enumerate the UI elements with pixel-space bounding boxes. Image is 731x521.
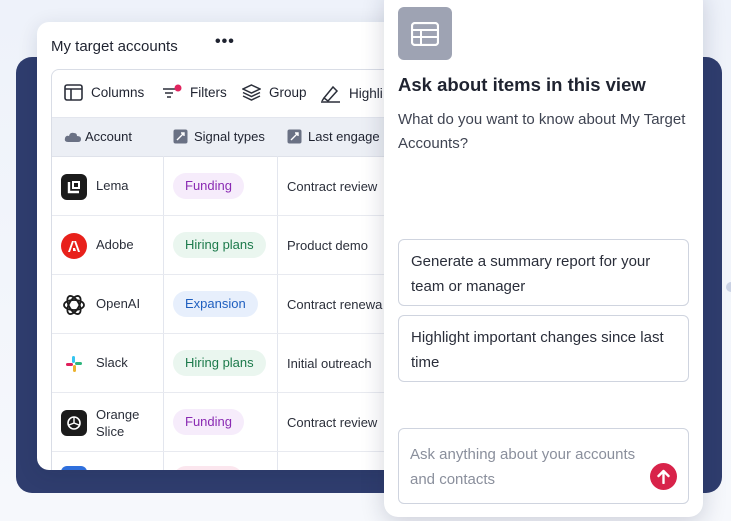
header-signal-types[interactable]: Signal types (173, 129, 265, 144)
header-account-label: Account (85, 129, 132, 144)
highlight-button[interactable]: Highli (320, 84, 383, 103)
panel-subtitle: What do you want to know about My Target… (398, 111, 686, 152)
columns-icon (64, 84, 83, 101)
account-name[interactable]: Slack (96, 354, 128, 371)
adobe-logo-icon (61, 233, 87, 259)
accounts-card: My target accounts ••• Columns Filters G… (37, 22, 407, 470)
slack-logo-icon (61, 351, 87, 377)
table-row[interactable]: Slack Hiring plans Initial outreach (52, 334, 407, 393)
send-button[interactable] (650, 463, 677, 490)
table-icon (398, 7, 452, 60)
columns-label: Columns (91, 85, 145, 100)
edge-dot (726, 282, 731, 292)
group-button[interactable]: Group (242, 84, 307, 101)
table-toolbar: Columns Filters Group Highli (52, 70, 407, 118)
engagement-cell: Contract review (287, 179, 378, 194)
ai-field-icon (173, 129, 188, 144)
lema-logo-icon (61, 174, 87, 200)
more-options-button[interactable]: ••• (215, 33, 235, 51)
account-name[interactable]: Orange Slice (96, 406, 156, 440)
signal-badge: Expansion (173, 291, 258, 317)
panel-title: Ask about items in this view (398, 74, 646, 95)
table-row[interactable]: Lema Funding Contract review (52, 157, 407, 216)
highlight-label: Highli (349, 86, 383, 101)
signal-badge: Funding (173, 173, 244, 199)
table-row[interactable]: Adobe Hiring plans Product demo (52, 216, 407, 275)
engagement-cell: Contract renewa (287, 297, 383, 312)
engagement-cell: Initial outreach (287, 356, 372, 371)
signal-badge: Hiring plans (173, 232, 266, 258)
filter-icon (163, 84, 182, 98)
engagement-cell: Product demo (287, 238, 368, 253)
suggestion-summary-report[interactable]: Generate a summary report for your team … (398, 239, 689, 306)
header-last-engagement[interactable]: Last engage (287, 129, 380, 144)
account-logo-icon (61, 466, 87, 470)
card-title: My target accounts (51, 38, 178, 55)
ask-panel: Ask about items in this view What do you… (384, 0, 703, 517)
account-name[interactable]: Adobe (96, 236, 134, 253)
orange-slice-logo-icon (61, 410, 87, 436)
accounts-table: Columns Filters Group Highli Account Sig… (51, 69, 407, 470)
signal-badge: Funding (173, 409, 244, 435)
ask-input[interactable]: Ask anything about your accounts and con… (398, 428, 689, 504)
arrow-up-icon (657, 469, 670, 484)
table-row[interactable]: OpenAI Expansion Contract renewa (52, 275, 407, 334)
filters-label: Filters (190, 85, 227, 100)
columns-button[interactable]: Columns (64, 84, 144, 101)
suggestion-highlight-changes[interactable]: Highlight important changes since last t… (398, 315, 689, 382)
table-row[interactable]: Orange Slice Funding Contract review (52, 393, 407, 452)
signal-badge: Hiring plans (173, 350, 266, 376)
table-row[interactable] (52, 452, 407, 470)
openai-logo-icon (61, 292, 87, 318)
engagement-cell: Contract review (287, 415, 378, 430)
layers-icon (242, 84, 261, 101)
highlighter-icon (321, 85, 340, 103)
cloud-icon (64, 132, 81, 142)
filters-button[interactable]: Filters (162, 84, 227, 101)
group-label: Group (269, 85, 307, 100)
header-account[interactable]: Account (64, 129, 132, 144)
table-header: Account Signal types Last engage (52, 118, 407, 157)
header-engagement-label: Last engage (308, 129, 380, 144)
account-name[interactable]: Lema (96, 177, 129, 194)
header-signal-label: Signal types (194, 129, 265, 144)
ai-field-icon (287, 129, 302, 144)
signal-badge (173, 466, 243, 470)
account-name[interactable]: OpenAI (96, 295, 140, 312)
